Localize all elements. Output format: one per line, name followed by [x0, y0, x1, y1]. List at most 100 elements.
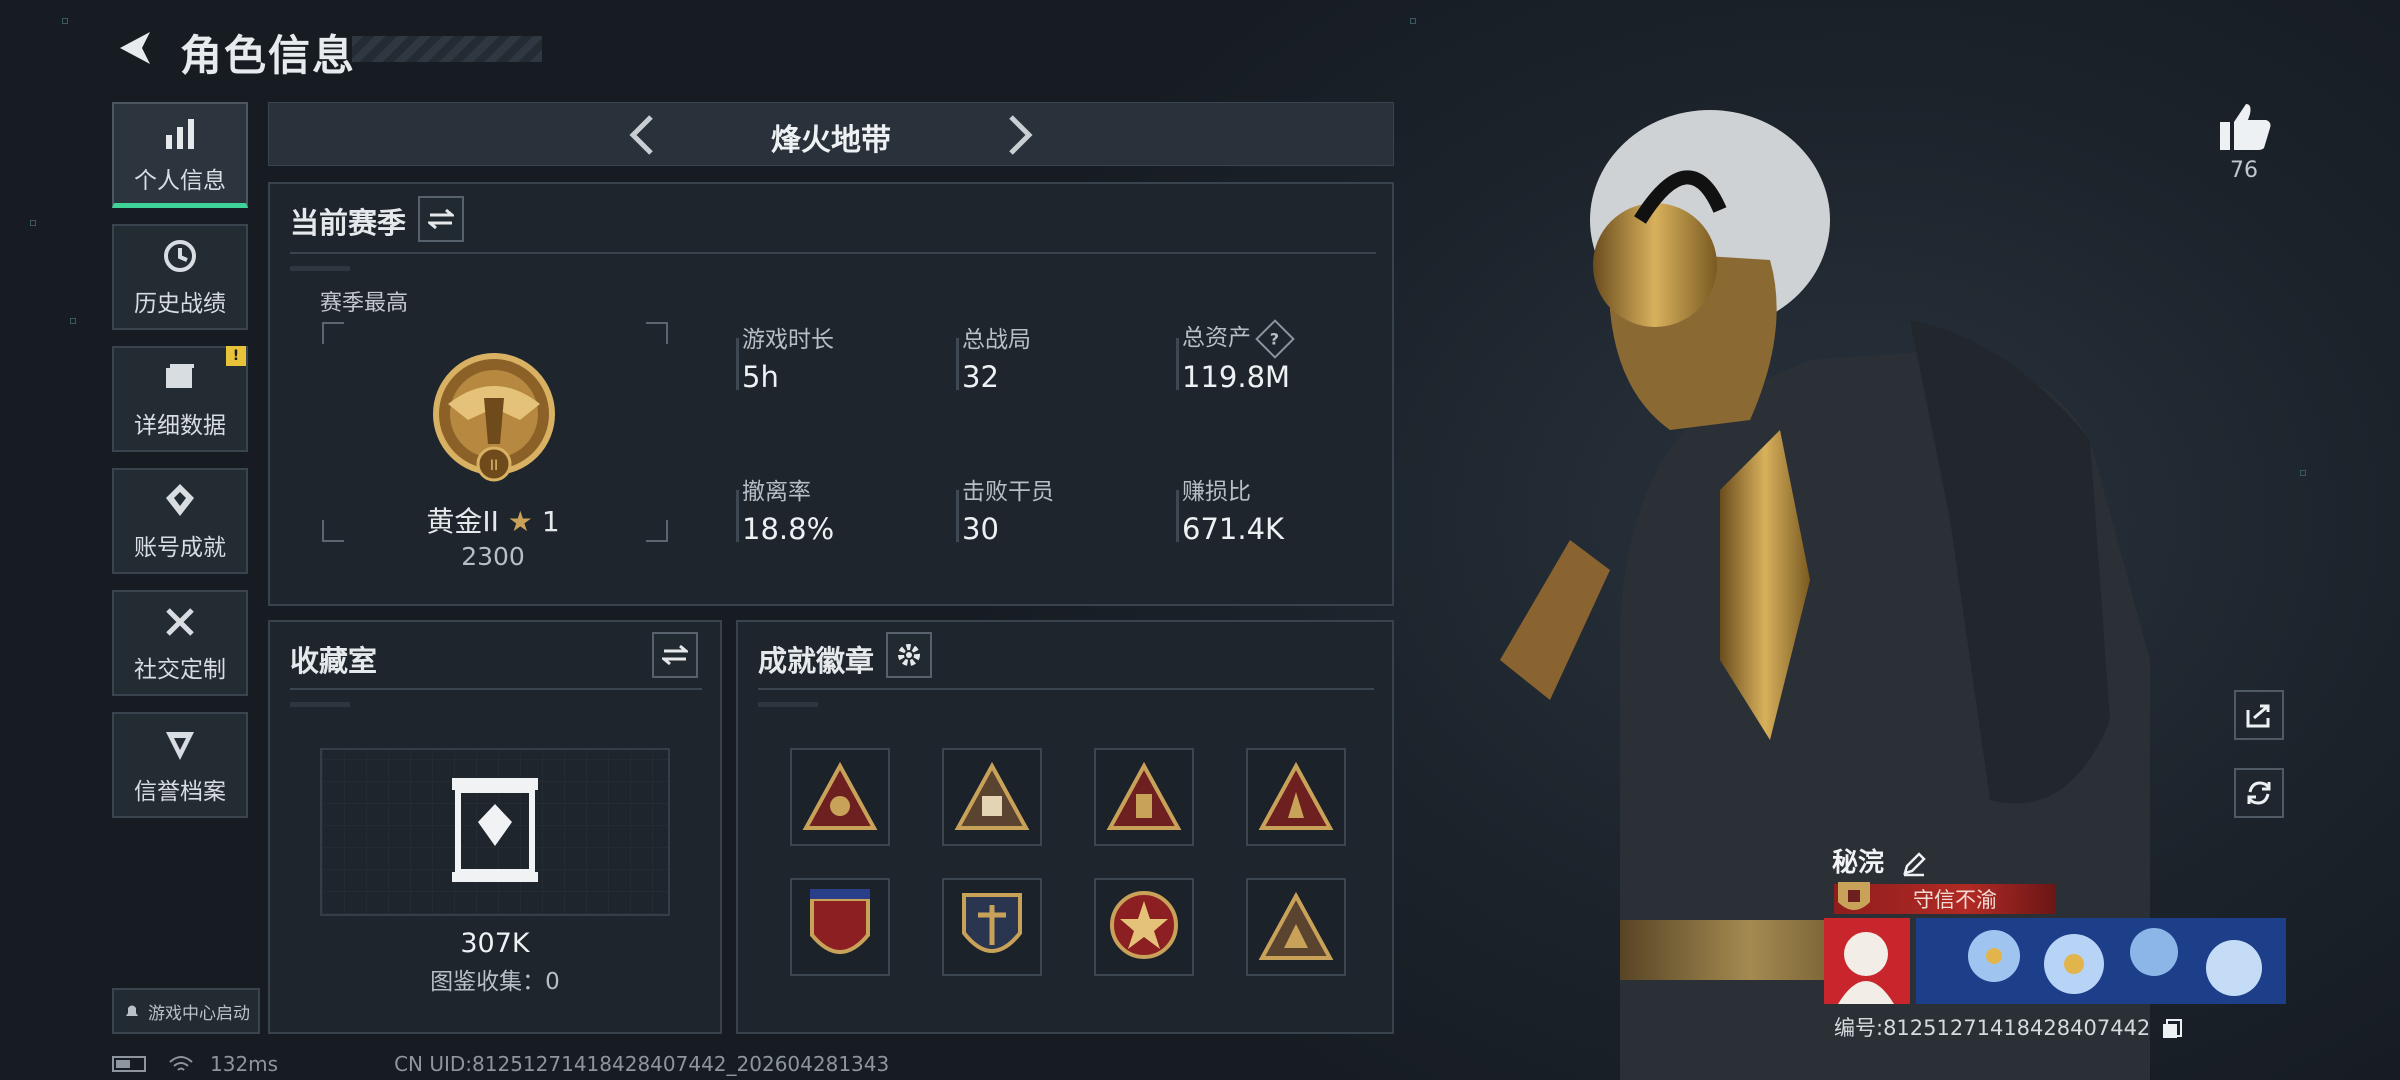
round-badge-icon [1110, 891, 1178, 959]
nav-item-personal-info[interactable]: 个人信息 [112, 102, 248, 208]
collection-title: 收藏室 [290, 644, 378, 678]
nav-item-social-custom[interactable]: 社交定制 [112, 590, 248, 696]
nav-label: 社交定制 [134, 657, 226, 683]
divider [758, 688, 1374, 690]
page-title: 角色信息 [180, 31, 357, 80]
decor-mark [290, 702, 350, 707]
stat-divider [956, 490, 959, 542]
decor-mark [290, 266, 350, 271]
nav-item-credit-record[interactable]: 信誉档案 [112, 712, 248, 818]
copy-id-button[interactable] [2161, 1018, 2183, 1040]
share-button[interactable] [2234, 690, 2284, 740]
frame-corner [322, 322, 344, 344]
achievement-badge[interactable] [1094, 878, 1194, 976]
status-bar: 132ms CN UID:8125127141842840​7442_20260… [112, 1052, 889, 1076]
frame-corner [646, 520, 668, 542]
triangle-badge-icon [954, 762, 1030, 830]
nav-label: 账号成就 [134, 535, 226, 561]
game-center-launch-button[interactable]: 游戏中心启动 [112, 988, 260, 1034]
uid-text: CN UID:8125127141842840​7442_20260428134… [394, 1052, 890, 1076]
stat-label: 赚损比 [1182, 479, 1251, 505]
shield-badge-icon [810, 889, 870, 954]
season-best-label: 赛季最高 [320, 291, 409, 316]
star-icon: ★ [507, 505, 533, 538]
nav-label: 历史战绩 [134, 291, 226, 317]
rank-tier: 黄金II [426, 505, 499, 538]
player-name: 秘浣 [1832, 842, 1927, 879]
notification-badge: ! [226, 346, 246, 366]
stat-label: 总战局 [962, 327, 1031, 353]
launch-label: 游戏中心启动 [148, 1003, 250, 1024]
stat-value: 5h [742, 360, 779, 394]
badges-title: 成就徽章 [758, 644, 875, 678]
like-button[interactable] [2214, 96, 2274, 156]
frame-corner [646, 322, 668, 344]
stat-value: 18.8% [742, 512, 835, 546]
wifi-icon [169, 1056, 193, 1071]
achievement-badge[interactable] [1094, 748, 1194, 846]
triangle-badge-icon [1258, 892, 1334, 960]
triangle-badge-icon [1258, 762, 1334, 830]
stat-divider [736, 338, 739, 390]
gold-rank-emblem: II [433, 353, 555, 482]
decor-mark [1410, 18, 1416, 24]
tools-icon [166, 608, 194, 636]
edit-name-button[interactable] [1901, 851, 1927, 877]
collection-count: 图鉴收集：0 [430, 969, 560, 995]
nav-label: 信誉档案 [134, 779, 226, 805]
nav-item-match-history[interactable]: 历史战绩 [112, 224, 248, 330]
help-icon[interactable]: ? [1255, 318, 1295, 359]
achievement-badge[interactable] [790, 748, 890, 846]
stat-value: 119.8M [1182, 360, 1291, 394]
triangle-badge-icon [1106, 762, 1182, 830]
title-decoration [352, 36, 542, 62]
season-title: 当前赛季 [290, 206, 407, 240]
stat-label: 游戏时长 [742, 327, 834, 353]
next-map-button[interactable] [995, 111, 1043, 159]
decor-mark [30, 220, 36, 226]
divider [290, 252, 1376, 254]
badges-settings-button[interactable] [886, 632, 932, 678]
achievement-badge[interactable] [942, 878, 1042, 976]
refresh-icon [2247, 781, 2271, 805]
achievement-badge[interactable] [942, 748, 1042, 846]
svg-text:II: II [490, 458, 498, 474]
nav-item-achievements[interactable]: 账号成就 [112, 468, 248, 574]
refresh-button[interactable] [2234, 768, 2284, 818]
share-icon [2246, 704, 2270, 728]
stat-divider [1176, 490, 1179, 542]
vault-icon [452, 778, 538, 882]
achievement-icon [166, 484, 194, 516]
nav-label: 个人信息 [134, 167, 226, 194]
map-title: 烽火地带 [771, 123, 891, 158]
bell-icon [126, 1005, 138, 1016]
switch-season-button[interactable] [418, 196, 464, 242]
swap-icon [662, 644, 688, 666]
stat-divider [956, 338, 959, 390]
stat-value: 30 [962, 512, 999, 546]
map-selector: 烽火地带 [268, 102, 1394, 166]
stat-value: 671.4K [1182, 512, 1285, 546]
achievement-badge[interactable] [790, 878, 890, 976]
achievement-badge[interactable] [1246, 748, 1346, 846]
collection-value: 307K [460, 928, 530, 959]
switch-collection-button[interactable] [652, 632, 698, 678]
player-id: 编号:8125127141842840​7442 [1834, 1012, 2183, 1042]
back-button[interactable] [112, 26, 156, 70]
decor-mark [70, 318, 76, 324]
frame-corner [322, 520, 344, 542]
gear-icon [898, 644, 920, 666]
stat-label: 撤离率 [742, 479, 811, 505]
profile-banner[interactable] [1824, 918, 2286, 1004]
decor-mark [62, 18, 68, 24]
player-name-text: 秘浣 [1832, 848, 1885, 878]
motto-emblem-icon [1838, 882, 1870, 910]
rank-name: 黄金II ★ 1 [420, 500, 566, 540]
player-id-text: 编号:8125127141842840​7442 [1834, 1016, 2151, 1040]
stat-divider [736, 490, 739, 542]
history-icon [164, 240, 196, 272]
stat-label: 总资产 [1182, 325, 1251, 351]
achievement-badge[interactable] [1246, 878, 1346, 976]
bar-chart-icon [166, 118, 194, 149]
nav-item-detailed-data[interactable]: 详细数据 ! [112, 346, 248, 452]
